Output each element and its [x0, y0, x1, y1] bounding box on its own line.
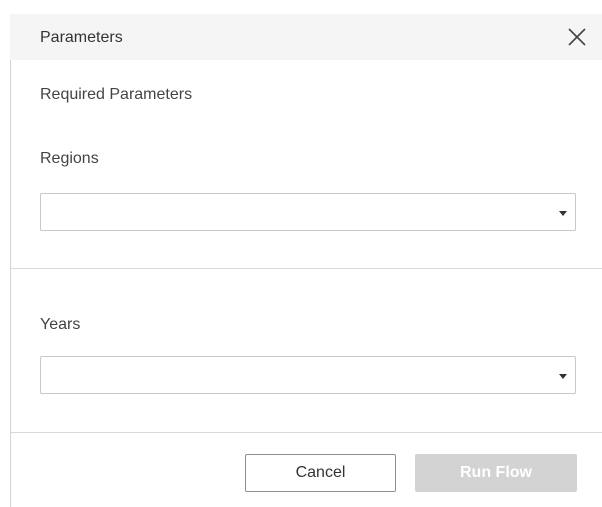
cancel-button[interactable]: Cancel [245, 454, 396, 492]
close-icon [564, 24, 590, 50]
close-button[interactable] [564, 24, 590, 50]
chevron-down-icon [559, 374, 567, 379]
parameters-dialog: Parameters Required Parameters Regions Y… [0, 0, 602, 507]
run-flow-button[interactable]: Run Flow [415, 454, 577, 492]
dialog-title: Parameters [40, 29, 123, 46]
years-select[interactable] [40, 356, 576, 394]
chevron-down-icon [559, 211, 567, 216]
section-divider [10, 268, 602, 269]
years-label: Years [40, 316, 81, 333]
dialog-title-bar: Parameters [10, 14, 602, 60]
footer-divider [10, 432, 602, 433]
required-parameters-heading: Required Parameters [40, 86, 193, 103]
dialog-left-border [10, 14, 11, 507]
regions-select[interactable] [40, 193, 576, 231]
regions-label: Regions [40, 150, 99, 167]
